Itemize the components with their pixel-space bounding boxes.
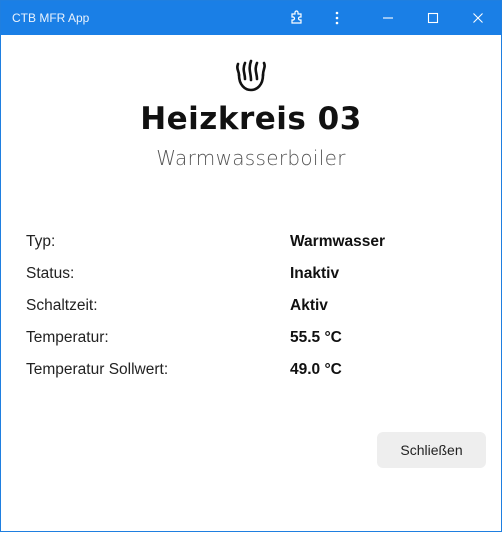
flame-icon bbox=[233, 59, 269, 93]
property-value: 55.5 °C bbox=[290, 329, 342, 346]
property-value: 49.0 °C bbox=[290, 361, 342, 378]
close-icon[interactable] bbox=[465, 6, 491, 30]
property-row-temperatur-sollwert: Temperatur Sollwert: 49.0 °C bbox=[26, 361, 486, 393]
title-bar[interactable]: CTB MFR App bbox=[1, 1, 501, 35]
property-value: Warmwasser bbox=[290, 233, 386, 250]
extension-icon[interactable] bbox=[284, 6, 310, 30]
property-label: Schaltzeit: bbox=[26, 297, 98, 314]
app-window: CTB MFR App Heizkreis 03 Warmwasserboile… bbox=[0, 0, 502, 532]
property-row-typ: Typ: Warmwasser bbox=[26, 233, 486, 265]
page-subtitle: Warmwasserboiler bbox=[156, 146, 346, 170]
property-value: Aktiv bbox=[290, 297, 328, 314]
property-row-schaltzeit: Schaltzeit: Aktiv bbox=[26, 297, 486, 329]
property-row-status: Status: Inaktiv bbox=[26, 265, 486, 297]
dialog-content: Heizkreis 03 Warmwasserboiler Typ: Warmw… bbox=[1, 35, 501, 533]
property-list: Typ: Warmwasser Status: Inaktiv Schaltze… bbox=[26, 233, 486, 393]
maximize-icon[interactable] bbox=[420, 6, 446, 30]
property-row-temperatur: Temperatur: 55.5 °C bbox=[26, 329, 486, 361]
close-button[interactable]: Schließen bbox=[377, 432, 486, 468]
page-title: Heizkreis 03 bbox=[140, 101, 362, 137]
property-value: Inaktiv bbox=[290, 265, 340, 282]
property-label: Temperatur Sollwert: bbox=[26, 361, 169, 378]
more-vertical-icon[interactable] bbox=[324, 6, 350, 30]
property-label: Temperatur: bbox=[26, 329, 109, 346]
minimize-icon[interactable] bbox=[375, 6, 401, 30]
window-title: CTB MFR App bbox=[12, 11, 90, 25]
property-label: Typ: bbox=[26, 233, 56, 250]
property-label: Status: bbox=[26, 265, 75, 282]
